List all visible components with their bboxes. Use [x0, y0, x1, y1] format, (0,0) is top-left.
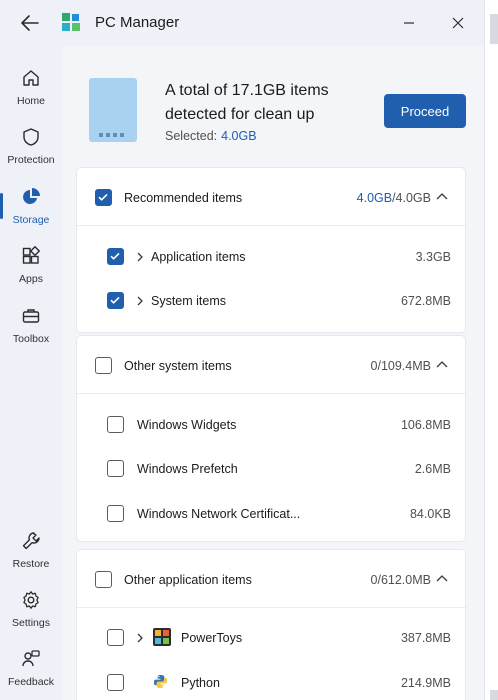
- sidebar-item-label: Protection: [7, 154, 55, 166]
- python-icon: [153, 674, 168, 689]
- background-window-edge: [484, 0, 498, 700]
- title-bar: PC Manager: [0, 0, 498, 46]
- group-label: Recommended items: [124, 191, 243, 205]
- group-label: Other system items: [124, 359, 232, 373]
- minimize-icon[interactable]: [398, 12, 420, 34]
- item-checkbox[interactable]: [107, 292, 124, 309]
- list-item: Application items 3.3GB: [77, 235, 467, 279]
- pc-manager-logo-icon: [62, 13, 80, 31]
- item-checkbox[interactable]: [107, 505, 124, 522]
- checkmark-icon: [98, 193, 108, 201]
- item-size: 2.6MB: [414, 462, 451, 476]
- back-arrow-icon[interactable]: [18, 11, 42, 35]
- sidebar-item-apps[interactable]: Apps: [0, 242, 62, 298]
- chevron-up-icon[interactable]: [435, 358, 449, 372]
- gear-icon: [23, 591, 39, 609]
- sidebar-item-label: Home: [16, 95, 45, 107]
- window-title: PC Manager: [95, 14, 180, 31]
- recommended-items-checkbox[interactable]: [95, 189, 112, 206]
- sidebar-item-label: Settings: [12, 617, 50, 629]
- sidebar-item-label: Storage: [12, 214, 50, 226]
- item-label: System items: [151, 294, 227, 308]
- item-label: Windows Prefetch: [137, 462, 238, 476]
- item-size: 3.3GB: [415, 250, 451, 264]
- item-size: 672.8MB: [400, 294, 451, 308]
- home-icon: [23, 70, 39, 86]
- item-checkbox[interactable]: [107, 416, 124, 433]
- pie-chart-icon: [23, 188, 40, 204]
- group-header: Other application items 0/612.0MB: [77, 550, 467, 608]
- other-system-items-checkbox[interactable]: [95, 357, 112, 374]
- item-size: 106.8MB: [400, 418, 451, 432]
- group-size: 0/109.4MB: [370, 359, 431, 373]
- list-item: Windows Widgets 106.8MB: [77, 403, 467, 447]
- item-checkbox[interactable]: [107, 629, 124, 646]
- chevron-right-icon[interactable]: [135, 632, 145, 644]
- sidebar-item-label: Toolbox: [12, 333, 50, 345]
- chevron-right-icon[interactable]: [135, 295, 145, 307]
- sidebar-item-toolbox[interactable]: Toolbox: [0, 302, 62, 358]
- checkmark-icon: [110, 296, 120, 304]
- storage-cleanup-panel: A total of 17.1GB items detected for cle…: [62, 46, 484, 700]
- chevron-up-icon[interactable]: [435, 572, 449, 586]
- list-item: Python 214.9MB: [77, 661, 467, 700]
- sidebar: Home Protection Storage Apps Toolbox Res…: [0, 46, 62, 700]
- close-icon[interactable]: [447, 12, 469, 34]
- shield-icon: [23, 128, 39, 146]
- item-checkbox[interactable]: [107, 248, 124, 265]
- item-label: Python: [181, 676, 220, 690]
- item-label: Windows Network Certificat...: [137, 507, 301, 521]
- item-size: 84.0KB: [409, 507, 451, 521]
- group-header: Recommended items 4.0GB/4.0GB: [77, 168, 467, 226]
- group-header: Other system items 0/109.4MB: [77, 336, 467, 394]
- chevron-up-icon[interactable]: [435, 190, 449, 204]
- item-checkbox[interactable]: [107, 460, 124, 477]
- sidebar-item-label: Feedback: [7, 676, 55, 688]
- checkmark-icon: [110, 252, 120, 260]
- chevron-right-icon[interactable]: [135, 251, 145, 263]
- item-label: Windows Widgets: [137, 418, 237, 432]
- other-system-items-card: Other system items 0/109.4MB Windows Wid…: [76, 335, 467, 542]
- apps-grid-icon: [22, 246, 41, 264]
- cleanup-summary-title: A total of 17.1GB items detected for cle…: [165, 82, 329, 123]
- item-size: 387.8MB: [400, 631, 451, 645]
- sidebar-item-protection[interactable]: Protection: [0, 123, 62, 179]
- list-item: Windows Prefetch 2.6MB: [77, 447, 467, 491]
- group-size: 0/612.0MB: [370, 573, 431, 587]
- group-size: 4.0GB/4.0GB: [356, 191, 431, 205]
- recommended-items-card: Recommended items 4.0GB/4.0GB Applicatio…: [76, 167, 467, 333]
- wrench-icon: [22, 532, 40, 550]
- selected-value: 4.0GB: [221, 129, 257, 143]
- selected-summary: Selected: 4.0GB: [165, 129, 257, 143]
- proceed-button[interactable]: Proceed: [384, 94, 466, 128]
- item-size: 214.9MB: [400, 676, 451, 690]
- other-application-items-checkbox[interactable]: [95, 571, 112, 588]
- sidebar-item-home[interactable]: Home: [0, 64, 62, 120]
- list-item: PowerToys 387.8MB: [77, 616, 467, 660]
- toolbox-icon: [22, 309, 40, 323]
- selected-label: Selected:: [165, 129, 218, 143]
- sidebar-item-label: Apps: [19, 273, 43, 285]
- item-label: PowerToys: [181, 631, 243, 645]
- list-item: Windows Network Certificat... 84.0KB: [77, 492, 467, 536]
- sidebar-item-restore[interactable]: Restore: [0, 527, 62, 583]
- sidebar-item-storage[interactable]: Storage: [0, 183, 62, 239]
- list-item: System items 672.8MB: [77, 279, 467, 323]
- item-label: Application items: [151, 250, 246, 264]
- storage-drive-icon: [89, 78, 137, 142]
- item-checkbox[interactable]: [107, 674, 124, 691]
- feedback-icon: [22, 650, 40, 667]
- sidebar-item-feedback[interactable]: Feedback: [0, 645, 62, 700]
- sidebar-item-settings[interactable]: Settings: [0, 586, 62, 642]
- other-application-items-card: Other application items 0/612.0MB PowerT…: [76, 549, 467, 700]
- group-label: Other application items: [124, 573, 252, 587]
- sidebar-item-label: Restore: [12, 558, 50, 570]
- powertoys-icon: [153, 628, 171, 646]
